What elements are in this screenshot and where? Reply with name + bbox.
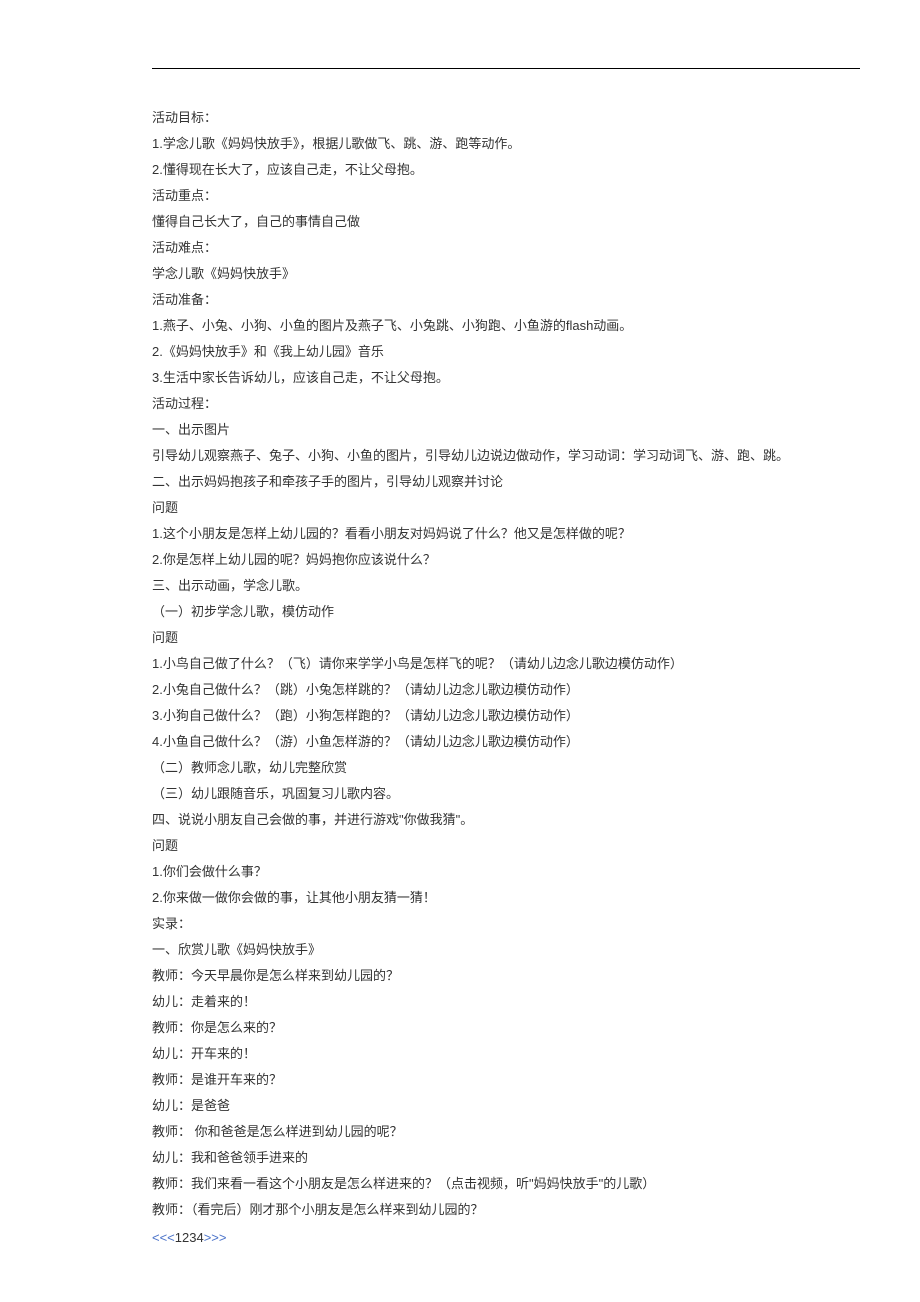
body-line: 幼儿：走着来的！ bbox=[152, 989, 860, 1015]
body-line: 1.小鸟自己做了什么？（飞）请你来学学小鸟是怎样飞的呢？（请幼儿边念儿歌边模仿动… bbox=[152, 651, 860, 677]
horizontal-rule bbox=[152, 68, 860, 69]
document-page: 活动目标：1.学念儿歌《妈妈快放手》，根据儿歌做飞、跳、游、跑等动作。2.懂得现… bbox=[0, 0, 920, 1291]
body-line: 教师：我们来看一看这个小朋友是怎么样进来的？（点击视频，听"妈妈快放手"的儿歌） bbox=[152, 1171, 860, 1197]
body-line: 2.《妈妈快放手》和《我上幼儿园》音乐 bbox=[152, 339, 860, 365]
body-line: 懂得自己长大了，自己的事情自己做 bbox=[152, 209, 860, 235]
pagination-next-arrows[interactable]: >>> bbox=[204, 1230, 227, 1245]
body-line: （一）初步学念儿歌，模仿动作 bbox=[152, 599, 860, 625]
body-line: 问题 bbox=[152, 625, 860, 651]
body-line: 1.你们会做什么事？ bbox=[152, 859, 860, 885]
pagination: <<<1234>>> bbox=[152, 1225, 860, 1251]
body-line: 教师：是谁开车来的？ bbox=[152, 1067, 860, 1093]
body-line: 2.你来做一做你会做的事，让其他小朋友猜一猜！ bbox=[152, 885, 860, 911]
body-line: 幼儿：我和爸爸领手进来的 bbox=[152, 1145, 860, 1171]
body-line: 教师： 你和爸爸是怎么样进到幼儿园的呢？ bbox=[152, 1119, 860, 1145]
body-line: 教师：你是怎么来的？ bbox=[152, 1015, 860, 1041]
body-line: 1.这个小朋友是怎样上幼儿园的？看看小朋友对妈妈说了什么？他又是怎样做的呢？ bbox=[152, 521, 860, 547]
body-line: （三）幼儿跟随音乐，巩固复习儿歌内容。 bbox=[152, 781, 860, 807]
body-line: 问题 bbox=[152, 833, 860, 859]
body-line: 2.你是怎样上幼儿园的呢？妈妈抱你应该说什么？ bbox=[152, 547, 860, 573]
body-line: 4.小鱼自己做什么？（游）小鱼怎样游的？（请幼儿边念儿歌边模仿动作） bbox=[152, 729, 860, 755]
body-line: 问题 bbox=[152, 495, 860, 521]
body-line: 引导幼儿观察燕子、兔子、小狗、小鱼的图片，引导幼儿边说边做动作，学习动词：学习动… bbox=[152, 443, 860, 469]
body-line: 学念儿歌《妈妈快放手》 bbox=[152, 261, 860, 287]
pagination-numbers[interactable]: 1234 bbox=[175, 1230, 204, 1245]
body-line: 1.燕子、小兔、小狗、小鱼的图片及燕子飞、小兔跳、小狗跑、小鱼游的flash动画… bbox=[152, 313, 860, 339]
body-line: 一、出示图片 bbox=[152, 417, 860, 443]
pagination-prev-arrows[interactable]: <<< bbox=[152, 1230, 175, 1245]
body-line: 一、欣赏儿歌《妈妈快放手》 bbox=[152, 937, 860, 963]
body-line: 活动准备： bbox=[152, 287, 860, 313]
body-line: 三、出示动画，学念儿歌。 bbox=[152, 573, 860, 599]
body-line: 活动重点： bbox=[152, 183, 860, 209]
body-line: 活动目标： bbox=[152, 105, 860, 131]
body-line: 2.懂得现在长大了，应该自己走，不让父母抱。 bbox=[152, 157, 860, 183]
document-body: 活动目标：1.学念儿歌《妈妈快放手》，根据儿歌做飞、跳、游、跑等动作。2.懂得现… bbox=[152, 105, 860, 1223]
body-line: 实录： bbox=[152, 911, 860, 937]
body-line: 活动难点： bbox=[152, 235, 860, 261]
body-line: 3.小狗自己做什么？（跑）小狗怎样跑的？（请幼儿边念儿歌边模仿动作） bbox=[152, 703, 860, 729]
body-line: （二）教师念儿歌，幼儿完整欣赏 bbox=[152, 755, 860, 781]
body-line: 1.学念儿歌《妈妈快放手》，根据儿歌做飞、跳、游、跑等动作。 bbox=[152, 131, 860, 157]
body-line: 幼儿：是爸爸 bbox=[152, 1093, 860, 1119]
body-line: 教师：（看完后）刚才那个小朋友是怎么样来到幼儿园的？ bbox=[152, 1197, 860, 1223]
body-line: 3.生活中家长告诉幼儿，应该自己走，不让父母抱。 bbox=[152, 365, 860, 391]
body-line: 活动过程： bbox=[152, 391, 860, 417]
body-line: 2.小兔自己做什么？（跳）小兔怎样跳的？（请幼儿边念儿歌边模仿动作） bbox=[152, 677, 860, 703]
body-line: 四、说说小朋友自己会做的事，并进行游戏"你做我猜"。 bbox=[152, 807, 860, 833]
body-line: 幼儿：开车来的！ bbox=[152, 1041, 860, 1067]
body-line: 教师：今天早晨你是怎么样来到幼儿园的？ bbox=[152, 963, 860, 989]
body-line: 二、出示妈妈抱孩子和牵孩子手的图片，引导幼儿观察并讨论 bbox=[152, 469, 860, 495]
